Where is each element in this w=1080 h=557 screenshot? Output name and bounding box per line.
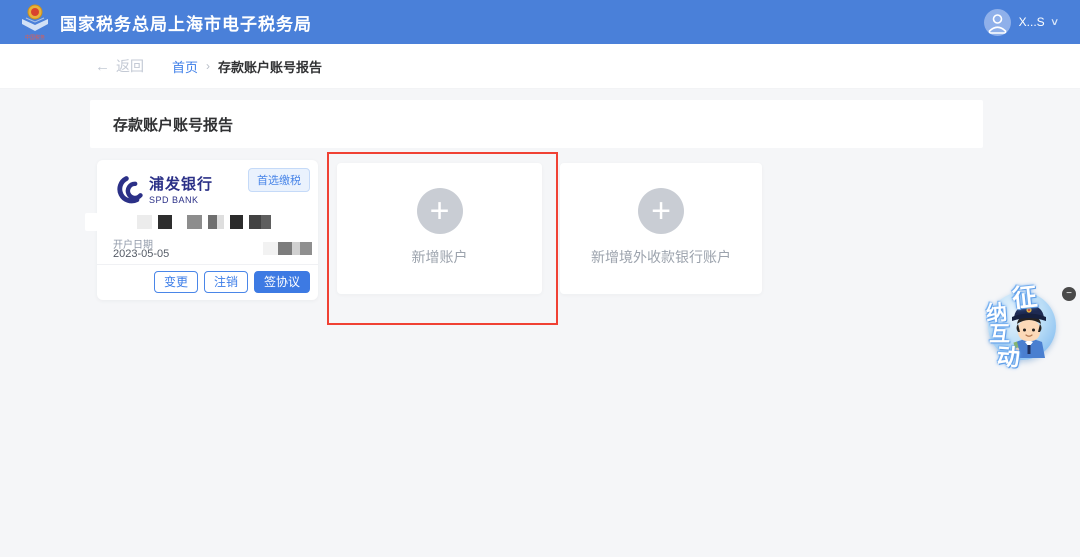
breadcrumb-home[interactable]: 首页 [172, 57, 198, 76]
avatar[interactable] [983, 8, 1011, 36]
breadcrumb-current: 存款账户账号报告 [218, 59, 323, 75]
sign-agreement-button[interactable]: 签协议 [253, 271, 310, 293]
back-label: 返回 [116, 58, 144, 74]
masked-account-info [97, 242, 318, 255]
add-account-label: 新增账户 [411, 249, 468, 265]
cancel-account-button[interactable]: 注销 [203, 271, 248, 293]
minus-icon: − [1066, 288, 1072, 299]
bank-logo: 浦发银行 SPD BANK [113, 173, 213, 205]
plus-icon: + [638, 188, 684, 234]
collapse-assistant-button[interactable]: − [1062, 287, 1076, 301]
bank-name-en: SPD BANK [149, 195, 199, 205]
tax-bureau-emblem-icon: 中国税务 [20, 4, 50, 41]
masked-account-number [97, 215, 318, 229]
assistant-char-zheng: 征 [1010, 282, 1039, 314]
app-header: 中国税务 国家税务总局上海市电子税务局 X...S ∨ [0, 0, 1080, 44]
add-overseas-account-label: 新增境外收款银行账户 [591, 249, 731, 265]
bank-account-card: 浦发银行 SPD BANK 首选缴税 开户日期 2023-05-05 变更 注销… [85, 160, 318, 300]
emblem-caption: 中国税务 [24, 35, 45, 41]
breadcrumb-bar: ← 返回 首页 › 存款账户账号报告 [0, 44, 1080, 89]
assistant-char-dong: 动 [995, 343, 1021, 371]
spd-bank-logo-icon [117, 176, 143, 204]
bank-name: 浦发银行 [149, 176, 214, 193]
plus-icon: + [416, 188, 463, 234]
app-title: 国家税务总局上海市电子税务局 [60, 14, 312, 34]
page-title: 存款账户账号报告 [113, 116, 234, 134]
username: X...S [1018, 15, 1045, 29]
back-arrow-icon: ← [95, 57, 110, 75]
change-button[interactable]: 变更 [153, 271, 198, 293]
page-title-strip: 存款账户账号报告 [90, 100, 983, 148]
add-overseas-account-card[interactable]: + 新增境外收款银行账户 [560, 163, 762, 294]
preferred-tax-badge: 首选缴税 [248, 168, 310, 192]
user-menu[interactable]: X...S ∨ [983, 0, 1060, 44]
chevron-down-icon[interactable]: ∨ [1050, 17, 1060, 28]
divider [97, 264, 318, 265]
add-account-card[interactable]: + 新增账户 [337, 163, 542, 294]
breadcrumb-separator: › [206, 59, 211, 73]
back-button[interactable]: ← 返回 [95, 56, 144, 76]
